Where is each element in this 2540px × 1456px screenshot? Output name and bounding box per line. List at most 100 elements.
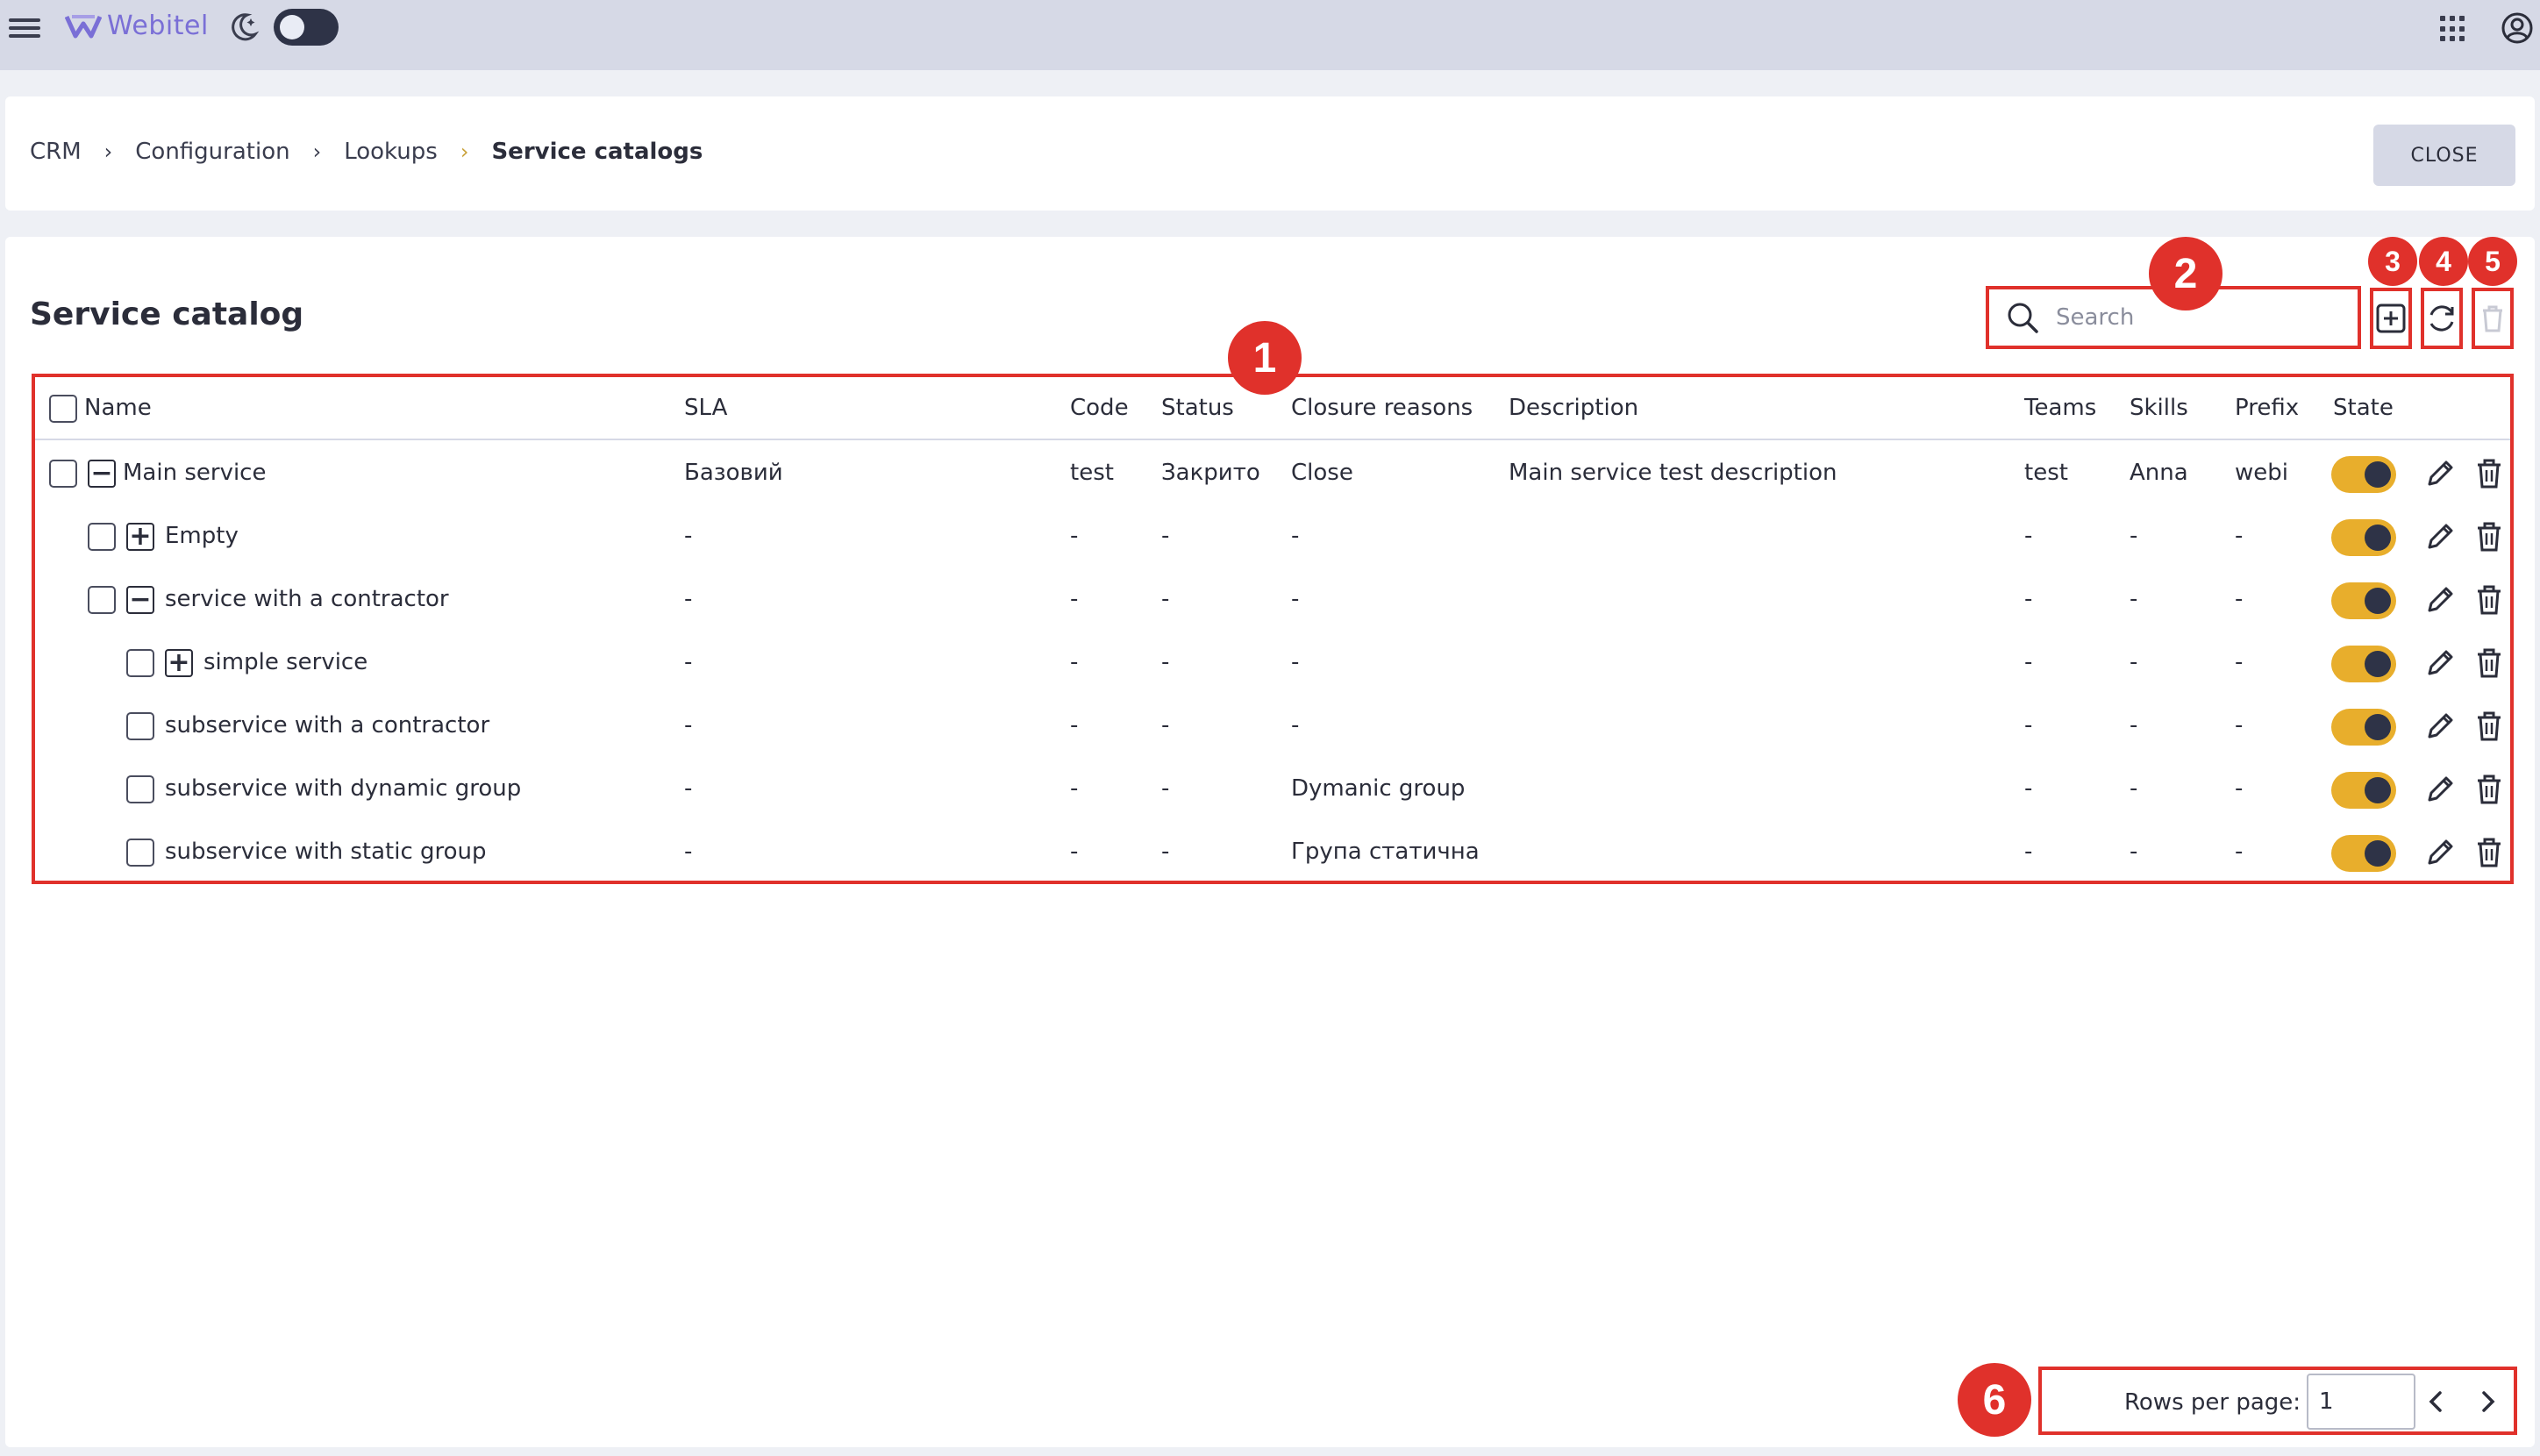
add-button[interactable] [2370,288,2412,349]
cell-status: - [1161,523,1170,549]
expand-icon[interactable]: + [165,649,193,677]
cell-code: test [1070,460,1114,486]
cell-skills: - [2130,712,2138,739]
edit-icon[interactable] [2422,709,2458,744]
search-input[interactable] [2056,304,2345,331]
column-header-sla[interactable]: SLA [684,395,727,421]
table-row[interactable]: subservice with dynamic group - - - Dymanic … [35,758,2510,821]
cell-prefix: - [2235,775,2244,802]
column-header-teams[interactable]: Teams [2024,395,2096,421]
table-row[interactable]: + simple service - - - - - - - [35,632,2510,695]
cell-sla: - [684,775,693,802]
expand-icon[interactable]: + [126,523,154,551]
state-toggle[interactable] [2331,772,2396,809]
close-button[interactable]: CLOSE [2373,125,2515,186]
account-icon[interactable] [2500,11,2535,46]
annotation-badge-6: 6 [1958,1363,2031,1437]
state-toggle[interactable] [2331,709,2396,746]
table-row[interactable]: + Empty - - - - - - - [35,505,2510,568]
cell-teams: - [2024,586,2033,612]
cell-code: - [1070,712,1079,739]
cell-code: - [1070,523,1079,549]
hamburger-icon[interactable] [9,12,40,44]
edit-icon[interactable] [2422,582,2458,617]
service-catalog-table: Name SLA Code Status Closure reasons Des… [32,374,2514,884]
cell-closure: - [1291,649,1300,675]
search-icon [2008,303,2038,333]
edit-icon[interactable] [2422,835,2458,870]
breadcrumb-crm[interactable]: CRM [30,139,82,165]
top-bar: Webitel [0,0,2540,70]
delete-icon[interactable] [2472,646,2507,681]
cell-code: - [1070,775,1079,802]
edit-icon[interactable] [2422,519,2458,554]
delete-icon[interactable] [2472,519,2507,554]
rows-per-page-label: Rows per page: [2124,1389,2301,1416]
breadcrumb-configuration[interactable]: Configuration [135,139,289,165]
cell-name: service with a contractor [165,586,449,612]
column-header-state[interactable]: State [2333,395,2394,421]
column-header-description[interactable]: Description [1509,395,1638,421]
breadcrumb-separator: › [103,139,113,164]
prev-page-icon[interactable] [2421,1386,2452,1417]
breadcrumb-lookups[interactable]: Lookups [344,139,438,165]
annotation-badge-4: 4 [2419,237,2468,286]
refresh-button[interactable] [2421,288,2463,349]
table-row[interactable]: subservice with static group - - - Група ста… [35,821,2510,884]
apps-grid-icon[interactable] [2440,16,2466,42]
next-page-icon[interactable] [2472,1386,2503,1417]
app-logo[interactable]: Webitel [65,11,209,41]
cell-sla: - [684,586,693,612]
state-toggle[interactable] [2331,519,2396,556]
cell-closure: - [1291,712,1300,739]
bulk-delete-button[interactable] [2472,288,2514,349]
row-checkbox[interactable] [49,460,77,488]
toggle-knob [2365,588,2391,614]
column-header-closure-reasons[interactable]: Closure reasons [1291,395,1473,421]
toggle-knob [2365,461,2391,488]
delete-icon[interactable] [2472,709,2507,744]
column-header-skills[interactable]: Skills [2130,395,2188,421]
theme-toggle[interactable] [274,9,339,46]
edit-icon[interactable] [2422,646,2458,681]
collapse-icon[interactable]: − [88,460,116,488]
column-header-name[interactable]: Name [84,395,152,421]
logo-text: Webitel [107,11,209,41]
table-row[interactable]: − service with a contractor - - - - - - - [35,568,2510,632]
delete-icon [2483,305,2502,332]
delete-icon[interactable] [2472,835,2507,870]
row-checkbox[interactable] [126,839,154,867]
state-toggle[interactable] [2331,456,2396,493]
column-header-code[interactable]: Code [1070,395,1129,421]
delete-icon[interactable] [2472,772,2507,807]
cell-status: - [1161,775,1170,802]
row-checkbox[interactable] [126,775,154,803]
delete-icon[interactable] [2472,456,2507,491]
state-toggle[interactable] [2331,646,2396,682]
cell-sla: - [684,523,693,549]
edit-icon[interactable] [2422,772,2458,807]
column-header-prefix[interactable]: Prefix [2235,395,2299,421]
cell-code: - [1070,649,1079,675]
moon-icon [232,13,260,41]
pagination: Rows per page: [2038,1367,2517,1435]
delete-icon[interactable] [2472,582,2507,617]
rows-per-page-input[interactable] [2307,1374,2415,1430]
column-header-status[interactable]: Status [1161,395,1234,421]
breadcrumb-card: CRM › Configuration › Lookups › Service … [5,96,2535,211]
row-checkbox[interactable] [88,586,116,614]
row-checkbox[interactable] [88,523,116,551]
table-row[interactable]: subservice with a contractor - - - - - - - [35,695,2510,758]
select-all-checkbox[interactable] [49,395,77,423]
annotation-badge-2: 2 [2149,237,2222,310]
cell-closure: - [1291,523,1300,549]
state-toggle[interactable] [2331,582,2396,619]
collapse-icon[interactable]: − [126,586,154,614]
cell-name: Main service [123,460,267,486]
row-checkbox[interactable] [126,649,154,677]
table-row[interactable]: − Main service Базовий test Закрито Close Main… [35,442,2510,505]
row-checkbox[interactable] [126,712,154,740]
edit-icon[interactable] [2422,456,2458,491]
cell-name: subservice with a contractor [165,712,490,739]
state-toggle[interactable] [2331,835,2396,872]
